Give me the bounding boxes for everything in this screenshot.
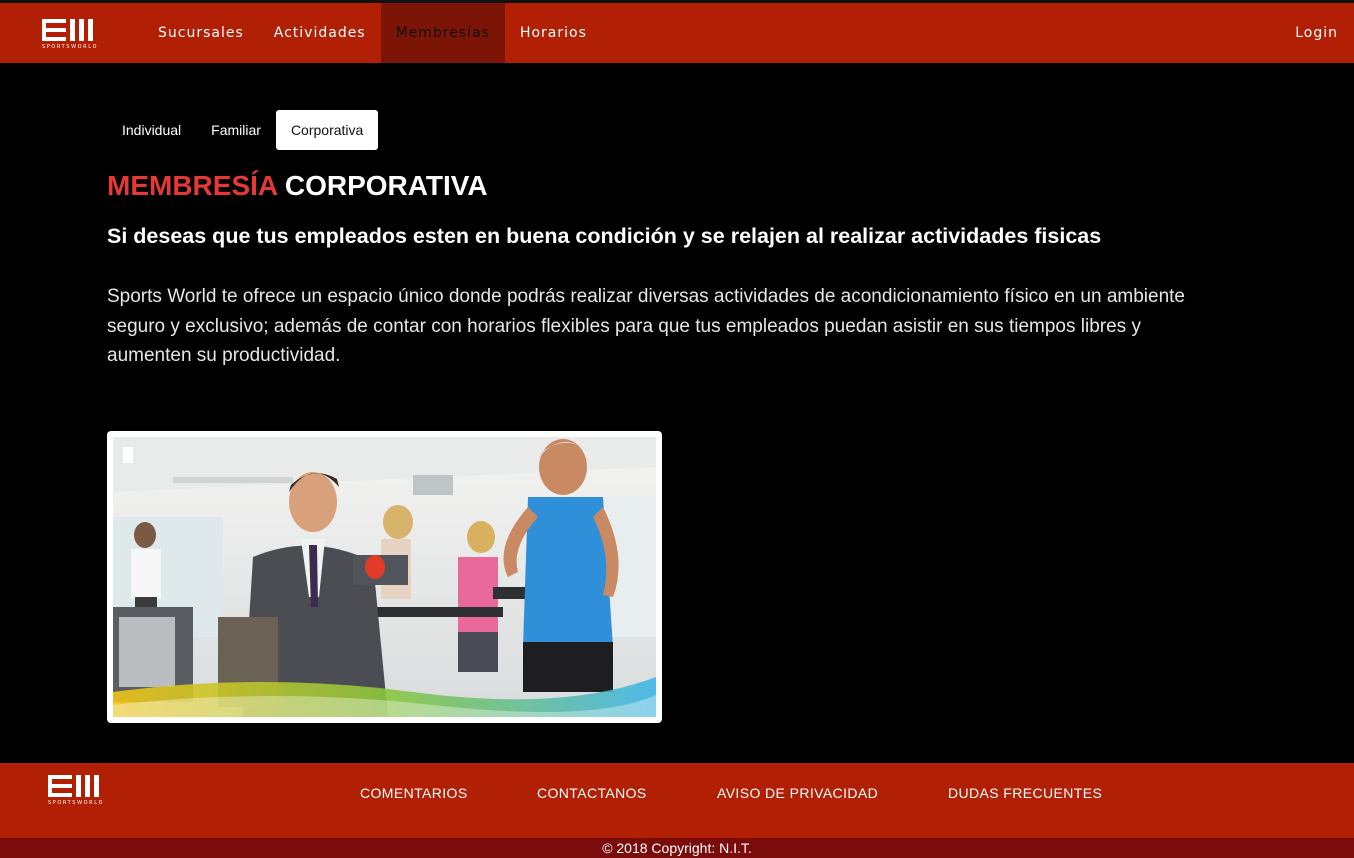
page-title-rest: CORPORATIVA — [284, 170, 488, 201]
nav-item-actividades[interactable]: Actividades — [259, 3, 381, 63]
corporate-gym-photo — [113, 437, 656, 717]
main-nav: Sucursales Actividades Membresías Horari… — [143, 3, 602, 63]
tab-familiar[interactable]: Familiar — [196, 110, 276, 150]
nav-item-horarios[interactable]: Horarios — [505, 3, 602, 63]
page-description: Sports World te ofrece un espacio único … — [107, 286, 1185, 366]
login-link[interactable]: Login — [1295, 3, 1338, 63]
tab-corporativa[interactable]: Corporativa — [275, 110, 379, 150]
membership-tabs: Individual Familiar Corporativa — [107, 110, 379, 150]
nav-item-sucursales[interactable]: Sucursales — [143, 3, 259, 63]
footer-link-comentarios[interactable]: COMENTARIOS — [360, 785, 468, 801]
tab-individual[interactable]: Individual — [107, 110, 196, 150]
copyright-bar: © 2018 Copyright: N.I.T. — [0, 838, 1354, 858]
logo-mark-icon — [42, 19, 100, 41]
footer: SPORTSWORLD COMENTARIOS CONTACTANOS AVIS… — [0, 763, 1354, 838]
page-title-accent: MEMBRESÍA — [107, 170, 278, 201]
page-title: MEMBRESÍA CORPORATIVA — [107, 170, 488, 202]
nav-item-membresias[interactable]: Membresías — [380, 3, 505, 63]
footer-link-contactanos[interactable]: CONTACTANOS — [537, 785, 647, 801]
footer-nav: COMENTARIOS CONTACTANOS AVISO DE PRIVACI… — [0, 763, 1354, 823]
top-navbar: SPORTSWORLD Sucursales Actividades Membr… — [0, 0, 1354, 63]
sportsworld-logo[interactable]: SPORTSWORLD — [42, 19, 100, 55]
logo-text: SPORTSWORLD — [42, 44, 99, 50]
page-subtitle: Si deseas que tus empleados esten en bue… — [107, 224, 1102, 248]
footer-link-aviso-privacidad[interactable]: AVISO DE PRIVACIDAD — [717, 785, 878, 801]
footer-link-dudas-frecuentes[interactable]: DUDAS FRECUENTES — [948, 785, 1102, 801]
corporate-photo-frame — [107, 431, 662, 723]
